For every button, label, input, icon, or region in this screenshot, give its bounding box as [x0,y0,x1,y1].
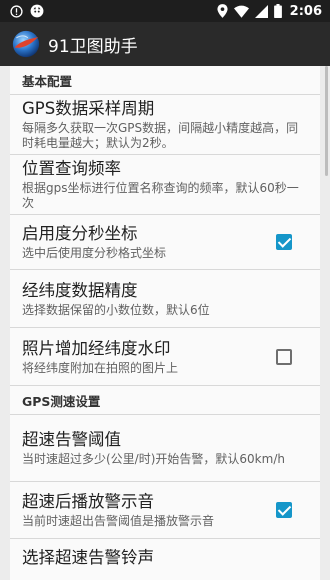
location-icon [217,4,228,18]
pref-overspeed-ringtone[interactable]: 选择超速告警铃声 [10,539,320,580]
pref-summary: 当时速超过多少(公里/时)开始告警，默认60km/h [22,452,285,466]
status-bar: 2:06 [0,0,330,22]
cat-app-notification-icon [30,4,44,18]
pref-title: 超速后播放警示音 [22,492,154,511]
pref-summary: 选中后使用度分秒格式坐标 [22,246,167,260]
pref-title: 位置查询频率 [22,159,121,178]
pref-title: 照片增加经纬度水印 [22,338,171,358]
pref-overspeed-threshold[interactable]: 超速告警阈值 当时速超过多少(公里/时)开始告警，默认60km/h [10,415,320,482]
warning-icon [10,4,23,18]
pref-summary: 根据gps坐标进行位置名称查询的频率，默认60秒一次 [22,181,299,210]
pref-gps-sampling-period[interactable]: GPS数据采样周期 每隔多久获取一次GPS数据，间隔越小精度越高，同时耗电量越大… [10,95,320,155]
section-header-gps-speed: GPS测速设置 [10,386,320,415]
pref-dms-coordinates[interactable]: 启用度分秒坐标 选中后使用度分秒格式坐标 [10,215,320,270]
cell-signal-icon [254,4,268,18]
pref-summary: 当前时速超出告警阈值是播放警示音 [22,514,215,528]
pref-title: GPS数据采样周期 [22,99,155,118]
scrollbar[interactable] [325,66,328,176]
pref-title: 经纬度数据精度 [22,280,138,300]
wifi-icon [233,5,249,18]
app-bar: 91卫图助手 [0,22,330,66]
pref-overspeed-sound[interactable]: 超速后播放警示音 当前时速超出告警阈值是播放警示音 [10,482,320,539]
pref-title: 超速告警阈值 [22,430,121,449]
phone-screen: 2:06 91卫图助手 基本配置 GPS数据采样周期 每隔多久获取一次GPS数据… [0,0,330,580]
pref-summary: 每隔多久获取一次GPS数据，间隔越小精度越高，同时耗电量越大；默认为2秒。 [22,121,299,150]
overspeed-sound-checkbox[interactable] [276,502,292,518]
pref-photo-watermark[interactable]: 照片增加经纬度水印 将经纬度附加在拍照的图片上 [10,328,320,386]
app-title: 91卫图助手 [48,36,138,57]
pref-title: 选择超速告警铃声 [22,548,154,567]
pref-summary: 选择数据保留的小数位数，默认6位 [22,302,210,317]
photo-watermark-checkbox[interactable] [276,348,292,365]
settings-list[interactable]: 基本配置 GPS数据采样周期 每隔多久获取一次GPS数据，间隔越小精度越高，同时… [10,66,320,580]
pref-coordinate-precision[interactable]: 经纬度数据精度 选择数据保留的小数位数，默认6位 [10,270,320,328]
status-time: 2:06 [289,3,322,19]
dms-coordinates-checkbox[interactable] [276,234,292,250]
app-logo-icon [12,30,40,58]
battery-icon [273,4,282,18]
pref-summary: 将经纬度附加在拍照的图片上 [22,360,179,375]
pref-location-query-frequency[interactable]: 位置查询频率 根据gps坐标进行位置名称查询的频率，默认60秒一次 [10,155,320,215]
pref-title: 启用度分秒坐标 [22,224,138,243]
section-header-basic: 基本配置 [10,66,320,95]
